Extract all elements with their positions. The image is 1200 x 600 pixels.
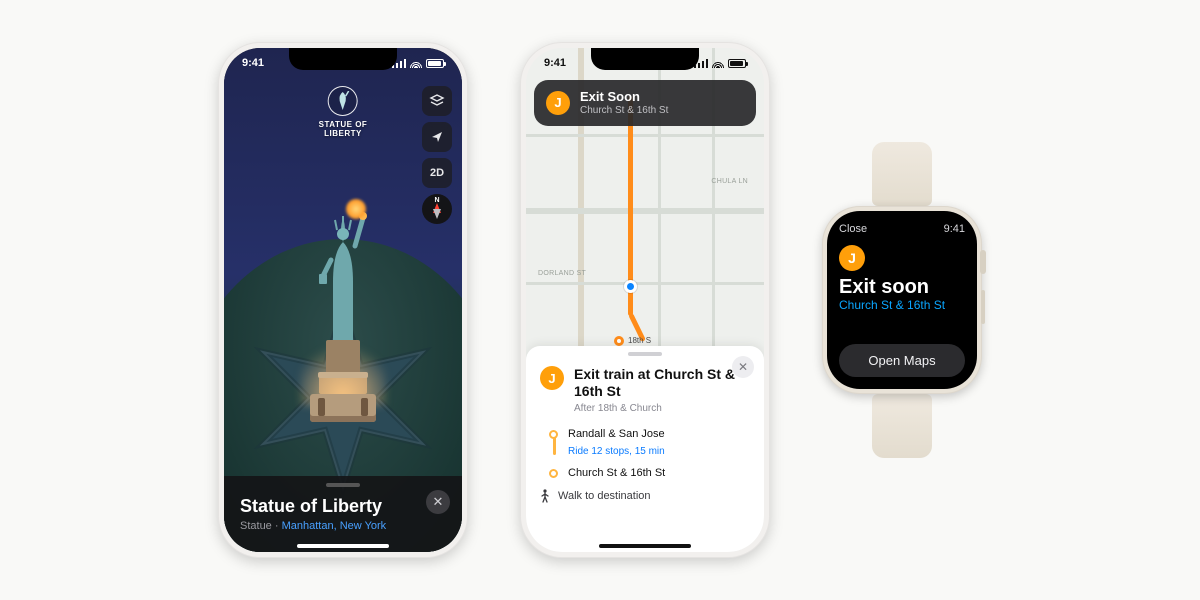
toggle-2d-label: 2D [430,167,444,179]
watch-title: Exit soon [839,277,965,298]
landmark-pin-label: STATUE OF LIBERTY [319,120,368,138]
step-subtitle: After 18th & Church [574,403,750,414]
statue-model [315,212,371,342]
place-card[interactable]: ✕ Statue of Liberty Statue · Manhattan, … [224,476,462,552]
street-label: CHULA LN [711,178,748,185]
place-title: Statue of Liberty [240,496,446,517]
status-time: 9:41 [544,57,566,69]
close-button[interactable]: ✕ [426,490,450,514]
user-location-dot-icon [624,280,637,293]
step-title: Exit train at Church St & 16th St [574,366,750,400]
ride-summary[interactable]: Ride 12 stops, 15 min [568,446,750,457]
walk-step-label: Walk to destination [558,490,651,502]
side-button[interactable] [981,290,985,324]
banner-subtitle: Church St & 16th St [580,105,668,116]
wifi-icon [712,59,724,68]
watch-time: 9:41 [944,223,965,235]
place-location[interactable]: Manhattan, New York [282,520,387,532]
stop-dot-icon [549,430,558,439]
map-controls: 2D N [422,86,452,224]
drag-handle[interactable] [628,352,662,356]
location-arrow-icon [430,130,444,144]
endpoint-label: 18th S [628,336,651,345]
place-subtitle: Statue · Manhattan, New York [240,520,446,532]
directions-sheet[interactable]: ✕ J Exit train at Church St & 16th St Af… [526,346,764,552]
transit-alert-banner[interactable]: J Exit Soon Church St & 16th St [534,80,756,126]
home-indicator[interactable] [599,544,691,548]
map-style-button[interactable] [422,86,452,116]
stop-name: Randall & San Jose [568,428,665,440]
walk-step[interactable]: Walk to destination [540,489,750,503]
notch [591,48,699,70]
notch [289,48,397,70]
iphone-statue-of-liberty: 9:41 ➤ [218,42,468,558]
watch-screen[interactable]: Close 9:41 J Exit soon Church St & 16th … [827,211,977,389]
battery-icon [728,59,746,68]
watch-band-bottom [872,394,932,458]
toggle-2d-button[interactable]: 2D [422,158,452,188]
transit-line-badge: J [546,91,570,115]
stop-item[interactable]: Randall & San Jose [568,428,750,440]
status-time: 9:41 [242,57,264,69]
stop-dot-icon [549,469,558,478]
landmark-pin[interactable]: STATUE OF LIBERTY [319,86,368,138]
route-endpoint-icon [614,336,624,346]
open-maps-button[interactable]: Open Maps [839,344,965,377]
transit-line-badge: J [839,245,865,271]
map-layers-icon [429,93,445,109]
battery-icon [426,59,444,68]
watch-subtitle: Church St & 16th St [839,298,965,312]
stop-item[interactable]: Church St & 16th St [568,467,750,479]
iphone-transit-directions: 9:41 CHULA LN DORLAND ST 18th S J Exit S… [520,42,770,558]
apple-watch: Close 9:41 J Exit soon Church St & 16th … [822,142,982,458]
statue-pedestal [310,340,376,422]
transit-stops-list: Randall & San Jose Ride 12 stops, 15 min… [548,428,750,479]
watch-band-top [872,142,932,206]
banner-title: Exit Soon [580,90,668,105]
digital-crown[interactable] [980,250,986,274]
place-category: Statue [240,520,272,532]
street-label: DORLAND ST [538,270,586,277]
drag-handle[interactable] [326,483,360,487]
close-icon: ✕ [738,360,748,374]
stop-name: Church St & 16th St [568,467,665,479]
walk-icon [540,489,550,503]
torch-glow-icon [345,198,367,220]
compass-button[interactable]: N [422,194,452,224]
wifi-icon [410,59,422,68]
close-button[interactable]: Close [839,223,867,235]
close-icon: ✕ [433,494,444,510]
landmark-pin-icon [328,86,358,116]
transit-line-badge: J [540,366,564,390]
home-indicator[interactable] [297,544,389,548]
location-button[interactable] [422,122,452,152]
close-button[interactable]: ✕ [732,356,754,378]
